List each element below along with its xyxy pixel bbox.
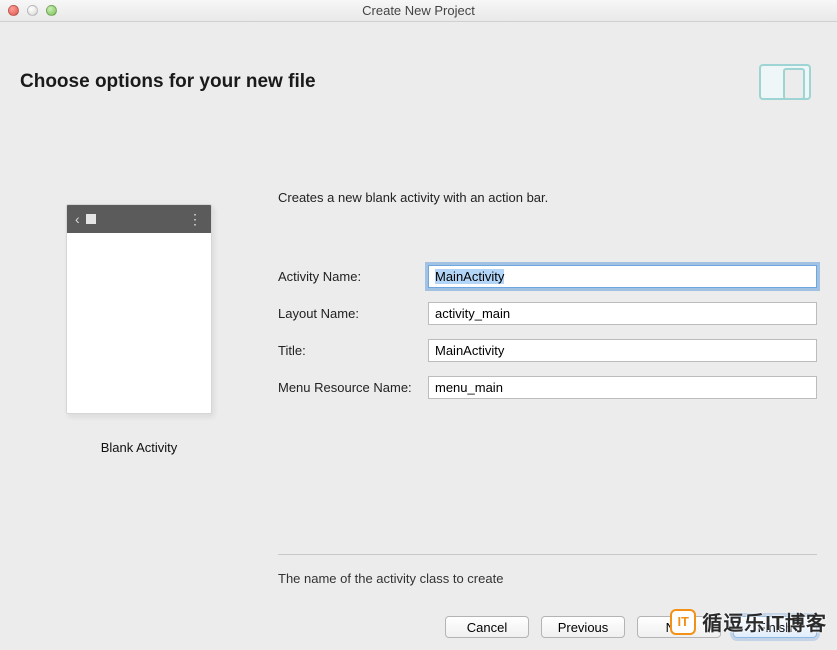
footer-area: The name of the activity class to create…: [278, 554, 817, 638]
title-input[interactable]: [428, 339, 817, 362]
label-menu-resource-name: Menu Resource Name:: [278, 380, 428, 395]
row-layout-name: Layout Name:: [278, 302, 817, 325]
overflow-menu-icon: ⋮: [188, 211, 203, 228]
next-button[interactable]: Next: [637, 616, 721, 638]
template-thumbnail-label: Blank Activity: [66, 440, 212, 455]
devices-icon: [759, 64, 811, 100]
template-preview-column: ‹ ~~~~ ⋮ Blank Activity: [0, 100, 278, 455]
title-squiggle-icon: ~~~~: [102, 216, 182, 222]
window-controls: [8, 5, 57, 16]
label-activity-name: Activity Name:: [278, 269, 428, 284]
thumbnail-actionbar: ‹ ~~~~ ⋮: [67, 205, 211, 233]
form-column: Creates a new blank activity with an act…: [278, 100, 837, 455]
footer-divider: [278, 554, 817, 555]
dialog-content: Choose options for your new file ‹ ~~~~ …: [0, 22, 837, 650]
template-description: Creates a new blank activity with an act…: [278, 190, 817, 205]
app-icon-placeholder: [86, 214, 96, 224]
field-hint: The name of the activity class to create: [278, 571, 817, 586]
row-title: Title:: [278, 339, 817, 362]
template-thumbnail: ‹ ~~~~ ⋮: [66, 204, 212, 414]
page-title: Choose options for your new file: [20, 71, 316, 93]
row-menu-resource-name: Menu Resource Name:: [278, 376, 817, 399]
previous-button[interactable]: Previous: [541, 616, 625, 638]
window-titlebar: Create New Project: [0, 0, 837, 22]
close-window-button[interactable]: [8, 5, 19, 16]
wizard-button-row: Cancel Previous Next Finish: [278, 616, 817, 638]
activity-name-input[interactable]: [428, 265, 817, 288]
back-arrow-icon: ‹: [75, 211, 80, 227]
label-title: Title:: [278, 343, 428, 358]
layout-name-input[interactable]: [428, 302, 817, 325]
minimize-window-button[interactable]: [27, 5, 38, 16]
window-title: Create New Project: [0, 3, 837, 18]
header-row: Choose options for your new file: [0, 22, 837, 100]
menu-resource-name-input[interactable]: [428, 376, 817, 399]
finish-button[interactable]: Finish: [733, 616, 817, 638]
row-activity-name: Activity Name:: [278, 265, 817, 288]
zoom-window-button[interactable]: [46, 5, 57, 16]
label-layout-name: Layout Name:: [278, 306, 428, 321]
cancel-button[interactable]: Cancel: [445, 616, 529, 638]
